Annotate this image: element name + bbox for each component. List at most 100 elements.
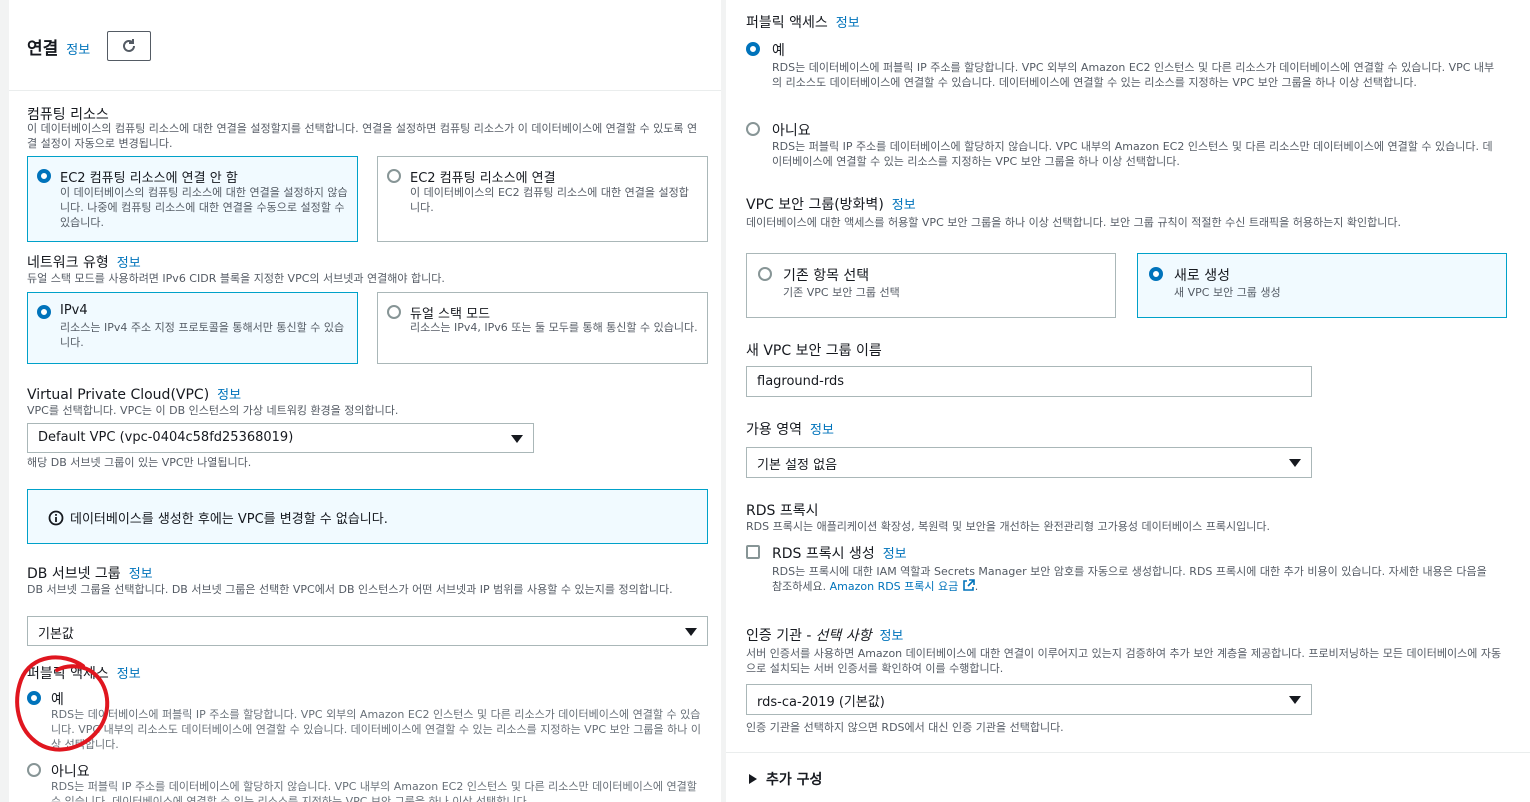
radio-unselected[interactable] — [758, 267, 772, 281]
public-access-no-desc: RDS는 퍼블릭 IP 주소를 데이터베이스에 할당하지 않습니다. VPC 내… — [51, 780, 697, 802]
sg-name-input[interactable]: flaground-rds — [746, 366, 1312, 397]
info-link[interactable]: 정보 — [117, 252, 141, 271]
caret-down-icon — [1289, 696, 1301, 704]
section-header: 연결 정보 — [27, 34, 90, 59]
info-link[interactable]: 정보 — [129, 563, 153, 582]
refresh-button[interactable] — [107, 31, 151, 61]
option-desc: 이 데이터베이스의 EC2 컴퓨팅 리소스에 대한 연결을 설정합니다. — [410, 186, 689, 214]
annotation-circle — [15, 655, 110, 752]
subnet-select[interactable]: 기본값 — [27, 616, 708, 646]
vpc-label: Virtual Private Cloud(VPC) — [27, 387, 210, 403]
subnet-label: DB 서브넷 그룹 — [27, 566, 121, 582]
info-link[interactable]: 정보 — [217, 384, 241, 403]
info-link[interactable]: 정보 — [879, 625, 903, 644]
proxy-desc: RDS 프록시는 애플리케이션 확장성, 복원력 및 보안을 개선하는 완전관리… — [746, 520, 1270, 533]
public-access-label: 퍼블릭 액세스 — [746, 15, 828, 31]
option-title: EC2 컴퓨팅 리소스에 연결 — [410, 171, 556, 186]
ca-select[interactable]: rds-ca-2019 (기본값) — [746, 684, 1312, 715]
proxy-checkbox[interactable] — [746, 545, 760, 559]
subnet-select-value: 기본값 — [38, 627, 74, 642]
vpc-alert: 데이터베이스를 생성한 후에는 VPC를 변경할 수 없습니다. — [27, 489, 708, 544]
info-link[interactable]: 정보 — [883, 543, 907, 562]
vpc-hint: 해당 DB 서브넷 그룹이 있는 VPC만 나열됩니다. — [27, 456, 252, 469]
public-access-no-desc: RDS는 퍼블릭 IP 주소를 데이터베이스에 할당하지 않습니다. VPC 내… — [772, 140, 1493, 168]
alert-text: 데이터베이스를 생성한 후에는 VPC를 변경할 수 없습니다. — [70, 512, 388, 527]
sg-desc: 데이터베이스에 대한 액세스를 허용할 VPC 보안 그룹을 하나 이상 선택합… — [746, 216, 1401, 229]
additional-config-toggle[interactable]: 추가 구성 — [748, 769, 822, 789]
caret-down-icon — [1289, 459, 1301, 467]
caret-down-icon — [685, 628, 697, 636]
subnet-desc: DB 서브넷 그룹을 선택합니다. DB 서브넷 그룹은 선택한 VPC에서 D… — [27, 583, 673, 596]
option-title: 기존 항목 선택 — [783, 268, 870, 284]
public-access-yes-radio[interactable] — [746, 42, 760, 56]
ca-label: 인증 기관 - — [746, 628, 812, 644]
az-label: 가용 영역 — [746, 422, 802, 438]
info-link[interactable]: 정보 — [892, 194, 916, 213]
proxy-checkbox-header: RDS 프록시 생성 정보 — [772, 543, 907, 563]
option-desc: 기존 VPC 보안 그룹 선택 — [783, 286, 900, 299]
az-select[interactable]: 기본 설정 없음 — [746, 447, 1312, 478]
network-option-dual-stack[interactable]: 듀얼 스택 모드 리소스는 IPv4, IPv6 또는 둘 모두를 통해 통신할… — [377, 292, 708, 364]
radio-selected[interactable] — [1149, 267, 1163, 281]
public-access-no-radio[interactable] — [746, 122, 760, 136]
compute-option-no-connect[interactable]: EC2 컴퓨팅 리소스에 연결 안 함 이 데이터베이스의 컴퓨팅 리소스에 대… — [27, 156, 358, 242]
info-link[interactable]: 정보 — [117, 663, 141, 682]
compute-option-connect[interactable]: EC2 컴퓨팅 리소스에 연결 이 데이터베이스의 EC2 컴퓨팅 리소스에 대… — [377, 156, 708, 242]
sg-label: VPC 보안 그룹(방화벽) — [746, 197, 884, 213]
ca-label-optional: 선택 사항 — [815, 628, 872, 644]
option-desc: 리소스는 IPv4 주소 지정 프로토콜을 통해서만 통신할 수 있습니다. — [60, 321, 345, 349]
az-header: 가용 영역 정보 — [746, 419, 834, 439]
radio-unselected[interactable] — [387, 169, 401, 183]
external-link-icon — [962, 579, 975, 591]
info-link[interactable]: 정보 — [810, 419, 834, 438]
info-icon — [48, 510, 64, 526]
pricing-link[interactable]: Amazon RDS 프록시 요금 — [830, 580, 959, 593]
proxy-checkbox-desc: RDS는 프록시에 대한 IAM 역할과 Secrets Manager 보안 … — [772, 565, 1487, 593]
option-title: IPv4 — [60, 303, 88, 318]
sg-option-new[interactable]: 새로 생성 새 VPC 보안 그룹 생성 — [1137, 253, 1507, 318]
connectivity-panel-right: 퍼블릭 액세스 정보 예 RDS는 데이터베이스에 퍼블릭 IP 주소를 할당합… — [726, 0, 1530, 802]
vpc-select[interactable]: Default VPC (vpc-0404c58fd25368019) — [27, 423, 534, 453]
network-desc: 듀얼 스택 모드를 사용하려면 IPv6 CIDR 블록을 지정한 VPC의 서… — [27, 272, 445, 285]
public-access-no-label[interactable]: 아니요 — [772, 120, 811, 140]
caret-down-icon — [511, 435, 523, 443]
radio-selected[interactable] — [37, 305, 51, 319]
option-title: EC2 컴퓨팅 리소스에 연결 안 함 — [60, 171, 238, 186]
az-select-value: 기본 설정 없음 — [757, 458, 838, 473]
vpc-select-value: Default VPC (vpc-0404c58fd25368019) — [38, 430, 294, 445]
ca-desc: 서버 인증서를 사용하면 Amazon 데이터베이스에 대한 연결이 이루어지고… — [746, 647, 1502, 675]
radio-selected[interactable] — [37, 169, 51, 183]
option-desc: 리소스는 IPv4, IPv6 또는 둘 모두를 통해 통신할 수 있습니다. — [410, 321, 698, 334]
sg-name-value: flaground-rds — [757, 374, 844, 389]
public-access-yes-desc: RDS는 데이터베이스에 퍼블릭 IP 주소를 할당합니다. VPC 외부의 A… — [51, 708, 701, 751]
divider — [9, 90, 721, 91]
sg-header: VPC 보안 그룹(방화벽) 정보 — [746, 194, 916, 214]
option-desc: 새 VPC 보안 그룹 생성 — [1174, 286, 1281, 299]
proxy-checkbox-label[interactable]: RDS 프록시 생성 — [772, 543, 875, 563]
info-link[interactable]: 정보 — [66, 39, 90, 58]
sg-option-existing[interactable]: 기존 항목 선택 기존 VPC 보안 그룹 선택 — [746, 253, 1116, 318]
public-access-yes-desc: RDS는 데이터베이스에 퍼블릭 IP 주소를 할당합니다. VPC 외부의 A… — [772, 61, 1495, 89]
vpc-desc: VPC를 선택합니다. VPC는 이 DB 인스턴스의 가상 네트워킹 환경을 … — [27, 404, 399, 417]
radio-unselected[interactable] — [387, 305, 401, 319]
sg-name-label: 새 VPC 보안 그룹 이름 — [746, 343, 882, 359]
ca-header: 인증 기관 - 선택 사항 정보 — [746, 625, 903, 645]
section-title: 연결 — [27, 39, 59, 59]
connectivity-panel-left: 연결 정보 컴퓨팅 리소스 이 데이터베이스의 컴퓨팅 리소스에 대한 연결을 … — [9, 0, 721, 802]
public-access-header: 퍼블릭 액세스 정보 — [746, 12, 860, 32]
info-link[interactable]: 정보 — [836, 12, 860, 31]
caret-right-icon — [749, 774, 757, 784]
subnet-header: DB 서브넷 그룹 정보 — [27, 563, 153, 583]
option-desc: 이 데이터베이스의 컴퓨팅 리소스에 대한 연결을 설정하지 않습니다. 나중에… — [60, 186, 348, 229]
ca-hint: 인증 기관을 선택하지 않으면 RDS에서 대신 인증 기관을 선택합니다. — [746, 721, 1064, 734]
public-access-no-label[interactable]: 아니요 — [51, 761, 90, 781]
network-option-ipv4[interactable]: IPv4 리소스는 IPv4 주소 지정 프로토콜을 통해서만 통신할 수 있습… — [27, 292, 358, 364]
refresh-icon — [123, 39, 135, 52]
public-access-yes-label[interactable]: 예 — [772, 40, 785, 60]
proxy-label: RDS 프록시 — [746, 503, 819, 519]
public-access-no-radio[interactable] — [27, 763, 41, 777]
vpc-header: Virtual Private Cloud(VPC) 정보 — [27, 384, 241, 403]
network-label: 네트워크 유형 — [27, 255, 109, 271]
option-title: 새로 생성 — [1174, 268, 1230, 284]
compute-desc: 이 데이터베이스의 컴퓨팅 리소스에 대한 연결을 설정할지를 선택합니다. 연… — [27, 122, 698, 150]
